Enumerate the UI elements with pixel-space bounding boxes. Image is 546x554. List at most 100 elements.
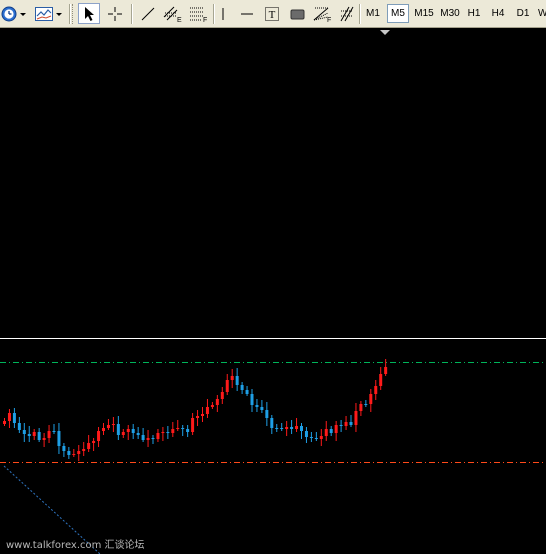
bull-candle [102,428,105,431]
fibonacci-retracement-icon[interactable]: F [187,3,211,24]
bear-candle [300,426,303,431]
bull-candle [77,451,81,454]
text-tool-label: T [269,9,276,21]
bear-candle [240,385,244,390]
chart-background [0,28,546,554]
rectangle-icon[interactable] [286,3,308,24]
bear-candle [57,431,61,446]
toolbar: E F T F M1 M5 M15 M30 H1 H4 D1 W [0,0,546,28]
bear-candle [67,451,71,455]
bear-candle [17,423,21,430]
bull-candle [344,422,348,426]
bear-candle [166,432,170,433]
bull-candle [319,436,323,439]
bear-candle [181,428,185,429]
timeframe-h1[interactable]: H1 [463,4,485,23]
timeframe-w1[interactable]: W [538,4,546,23]
bull-candle [379,374,383,386]
bull-candle [32,432,36,436]
bull-candle [126,429,130,432]
bull-candle [215,399,219,405]
bear-candle [62,446,66,451]
bull-candle [354,411,358,425]
bull-candle [47,431,51,438]
bear-candle [349,422,353,425]
bear-candle [260,407,264,410]
bull-candle [210,405,214,407]
bear-candle [255,405,259,407]
bull-candle [176,428,180,429]
bear-candle [52,431,56,432]
bull-candle [334,425,338,433]
price-chart[interactable] [0,28,546,554]
bull-candle [97,431,101,441]
timeframe-d1[interactable]: D1 [512,4,534,23]
bear-candle [290,427,294,429]
bear-candle [329,429,333,433]
bull-candle [111,424,115,425]
bear-candle [235,376,239,385]
timeframe-m15[interactable]: M15 [411,4,437,23]
bull-candle [106,425,110,428]
toolbar-grip [72,4,76,24]
bull-candle [156,433,160,439]
trendline-icon[interactable] [137,3,159,24]
text-label-icon[interactable]: T [261,3,283,24]
bull-candle [7,413,11,421]
timeframe-m30[interactable]: M30 [437,4,463,23]
bear-candle [27,434,31,436]
fibo-label: F [203,17,207,23]
bull-candle [196,416,200,418]
toolbar-separator [69,4,70,24]
crosshair-icon[interactable] [103,3,127,24]
bear-candle [364,404,368,405]
bull-candle [295,426,299,429]
watermark-text: www.talkforex.com 汇谈论坛 [6,540,145,551]
bear-candle [12,413,16,423]
vertical-line-icon[interactable] [215,3,231,24]
bear-candle [116,424,120,435]
bull-candle [369,394,373,404]
clock-icon[interactable] [1,3,29,24]
bull-candle [3,421,6,424]
bull-candle [220,392,224,399]
bull-candle [384,367,388,374]
toolbar-separator [213,4,214,24]
horizontal-line-icon[interactable] [236,3,258,24]
channel-label: E [177,17,182,23]
bull-candle [171,429,175,433]
bull-candle [374,386,378,394]
timeframe-m1[interactable]: M1 [362,4,384,23]
bull-candle [87,443,91,449]
bear-candle [186,429,190,432]
bear-candle [280,428,284,429]
gann-grid-icon[interactable] [337,3,357,24]
bear-candle [339,425,343,426]
timeframe-m5[interactable]: M5 [387,4,409,23]
bull-candle [324,429,328,436]
bull-candle [191,418,195,432]
fibonacci-fan-icon[interactable]: F [311,3,335,24]
chart-template-icon[interactable] [34,3,64,24]
bear-candle [314,438,318,439]
bull-candle [205,407,209,414]
bull-candle [285,427,289,429]
bull-candle [121,432,125,435]
bear-candle [304,431,308,437]
bear-candle [309,437,313,438]
bear-candle [265,410,269,418]
bull-candle [72,454,76,455]
bear-candle [37,432,41,440]
bear-candle [151,438,155,439]
bear-candle [275,428,279,429]
bull-candle [161,432,165,433]
bear-candle [245,390,249,394]
bear-candle [250,394,254,405]
bear-candle [270,418,274,428]
bull-candle [42,438,46,440]
equidistant-channel-icon[interactable]: E [161,3,185,24]
bear-candle [22,430,26,434]
timeframe-h4[interactable]: H4 [487,4,509,23]
bear-candle [131,429,135,433]
cursor-arrow-icon[interactable] [78,3,100,24]
